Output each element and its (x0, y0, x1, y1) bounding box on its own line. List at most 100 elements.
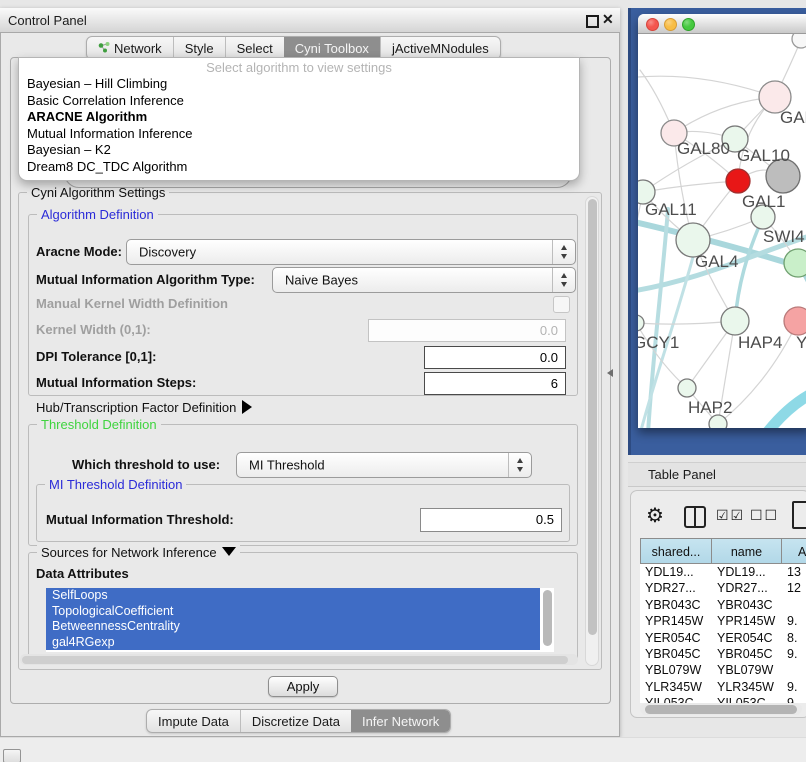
network-node-gal1[interactable] (726, 169, 750, 193)
dropdown-item[interactable]: Bayesian – Hill Climbing (19, 76, 579, 93)
dpi-tolerance-field[interactable]: 0.0 (424, 346, 566, 369)
minimized-panel-grip[interactable] (3, 749, 21, 762)
table-cell[interactable]: YBR043C (640, 597, 712, 613)
columns-icon[interactable] (684, 506, 706, 528)
apply-button[interactable]: Apply (268, 676, 338, 697)
export-table-icon[interactable] (792, 501, 806, 529)
table-cell[interactable] (782, 662, 806, 678)
network-node[interactable] (784, 249, 806, 277)
table-cell[interactable]: YIL053C (712, 695, 782, 703)
dropdown-item[interactable]: Dream8 DC_TDC Algorithm (19, 159, 579, 176)
table-cell[interactable]: YDR27... (640, 580, 712, 596)
dropdown-item[interactable]: Basic Correlation Inference (19, 93, 579, 110)
table-cell[interactable]: YER054C (640, 630, 712, 646)
attribute-item[interactable]: TopologicalCoefficient (46, 604, 540, 620)
attribute-item[interactable]: BetweennessCentrality (46, 619, 540, 635)
close-icon[interactable]: ✕ (602, 11, 614, 28)
table-cell[interactable]: YPR145W (640, 613, 712, 629)
sources-group-title[interactable]: Sources for Network Inference (37, 545, 240, 560)
network-canvas[interactable]: GALGAL80GAL10GAL1GAL11SWI4GAL4GCY1HAP4YH… (638, 34, 806, 428)
mi-threshold-field[interactable]: 0.5 (420, 508, 562, 532)
column-header[interactable]: A (782, 538, 806, 564)
horizontal-scrollbar-thumb[interactable] (22, 656, 568, 664)
table-cell[interactable]: YLR345W (712, 679, 782, 695)
attributes-scrollbar-thumb[interactable] (543, 590, 552, 646)
table-cell[interactable]: YLR345W (640, 679, 712, 695)
mi-steps-field[interactable]: 6 (424, 372, 566, 395)
tab-discretize-data[interactable]: Discretize Data (240, 710, 351, 732)
network-node-y[interactable] (784, 307, 806, 335)
table-cell[interactable]: YBL079W (712, 662, 782, 678)
table-cell[interactable]: YDR27... (712, 580, 782, 596)
table-row[interactable]: YDR27...YDR27...12 (640, 580, 806, 596)
table-cell[interactable]: 13 (782, 564, 806, 580)
table-row[interactable]: YIL053CYIL053C9. (640, 695, 806, 703)
network-edge[interactable] (638, 192, 643, 294)
tab-network[interactable]: Network (87, 37, 173, 59)
table-cell[interactable]: YER054C (712, 630, 782, 646)
table-cell[interactable]: 9. (782, 679, 806, 695)
table-cell[interactable]: YBR043C (712, 597, 782, 613)
kernel-width-field[interactable]: 0.0 (368, 319, 566, 342)
control-panel-titlebar[interactable] (0, 8, 620, 33)
tab-jactivemnodules[interactable]: jActiveMNodules (380, 37, 500, 59)
table-cell[interactable] (782, 597, 806, 613)
table-row[interactable]: YER054CYER054C8. (640, 630, 806, 646)
network-graph[interactable]: GALGAL80GAL10GAL1GAL11SWI4GAL4GCY1HAP4YH… (638, 34, 806, 428)
table-cell[interactable]: 9. (782, 646, 806, 662)
table-row[interactable]: YBR045CYBR045C9. (640, 646, 806, 662)
clear-selection-icon[interactable]: ☐☐ (750, 507, 779, 524)
table-cell[interactable]: 8. (782, 630, 806, 646)
network-edge[interactable] (638, 76, 775, 97)
dropdown-item[interactable]: Mutual Information Inference (19, 126, 579, 143)
tab-impute-data[interactable]: Impute Data (147, 710, 240, 732)
tab-select[interactable]: Select (225, 37, 284, 59)
collapse-arrow-icon[interactable] (222, 547, 236, 556)
aracne-mode-combobox[interactable]: Discovery (126, 239, 576, 265)
network-node[interactable] (792, 34, 806, 48)
network-node-hap2[interactable] (678, 379, 696, 397)
zoom-window-button[interactable] (682, 18, 695, 31)
float-window-icon[interactable] (586, 15, 599, 28)
table-cell[interactable]: YBR045C (640, 646, 712, 662)
table-cell[interactable]: YBL079W (640, 662, 712, 678)
table-row[interactable]: YDL19...YDL19...13 (640, 564, 806, 580)
dropdown-item[interactable]: ARACNE Algorithm (19, 109, 579, 126)
table-cell[interactable]: YIL053C (640, 695, 712, 703)
table-row[interactable]: YBL079WYBL079W (640, 662, 806, 678)
table-cell[interactable]: 9. (782, 613, 806, 629)
manual-kernel-checkbox[interactable] (553, 296, 570, 313)
network-edge[interactable] (735, 217, 763, 321)
table-cell[interactable]: YDL19... (640, 564, 712, 580)
horizontal-scrollbar[interactable] (20, 654, 578, 665)
network-edge[interactable] (766, 386, 806, 428)
table-cell[interactable]: 9. (782, 695, 806, 703)
table-cell[interactable]: 12 (782, 580, 806, 596)
network-node-hap4[interactable] (721, 307, 749, 335)
table-cell[interactable]: YPR145W (712, 613, 782, 629)
table-cell[interactable]: YDL19... (712, 564, 782, 580)
close-window-button[interactable] (646, 18, 659, 31)
gear-icon[interactable]: ⚙ (646, 503, 664, 528)
table-cell[interactable]: YBR045C (712, 646, 782, 662)
column-header[interactable]: shared... (640, 538, 712, 564)
hub-definition-expander[interactable]: Hub/Transcription Factor Definition (36, 400, 252, 416)
expand-arrow-icon[interactable] (242, 400, 252, 414)
select-all-icon[interactable]: ☑☑ (716, 507, 745, 524)
attribute-item[interactable]: gal4RGexp (46, 635, 540, 651)
network-node-gcy1[interactable] (638, 315, 644, 331)
table-horizontal-scrollbar-thumb[interactable] (645, 705, 797, 714)
tab-cyni-toolbox[interactable]: Cyni Toolbox (284, 37, 380, 59)
tab-infer-network[interactable]: Infer Network (351, 710, 450, 732)
splitter-handle-icon[interactable] (607, 369, 613, 377)
minimize-window-button[interactable] (664, 18, 677, 31)
table-row[interactable]: YBR043CYBR043C (640, 597, 806, 613)
column-header[interactable]: name (712, 538, 782, 564)
which-threshold-combobox[interactable]: MI Threshold (236, 452, 532, 478)
table-row[interactable]: YPR145WYPR145W9. (640, 613, 806, 629)
table-row[interactable]: YLR345WYLR345W9. (640, 679, 806, 695)
settings-scrollbar[interactable] (585, 196, 599, 666)
mi-algorithm-type-combobox[interactable]: Naive Bayes (272, 267, 576, 293)
attribute-item[interactable]: SelfLoops (46, 588, 540, 604)
tab-style[interactable]: Style (173, 37, 225, 59)
